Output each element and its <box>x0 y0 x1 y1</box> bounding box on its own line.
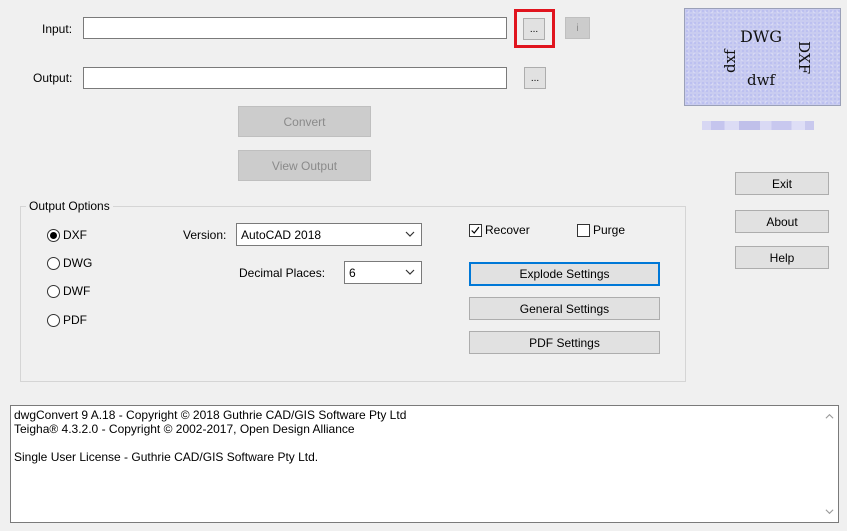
logo-word-dwg: DWG <box>740 27 783 46</box>
logo-word-dxf-lower: dxf <box>721 49 739 73</box>
output-browse-button[interactable]: ... <box>524 67 546 89</box>
purge-label: Purge <box>593 223 626 237</box>
log-output-box[interactable]: dwgConvert 9 A.18 - Copyright © 2018 Gut… <box>10 405 839 523</box>
exit-button[interactable]: Exit <box>735 172 829 195</box>
recover-checkbox[interactable]: Recover <box>469 223 530 237</box>
checkmark-icon <box>471 226 480 234</box>
purge-checkbox[interactable]: Purge <box>577 223 625 237</box>
decimal-places-select[interactable]: 6 <box>344 261 422 284</box>
version-select[interactable]: AutoCAD 2018 <box>236 223 422 246</box>
explode-settings-button[interactable]: Explode Settings <box>469 262 660 286</box>
radio-dxf-indicator[interactable] <box>47 228 60 242</box>
radio-dxf-label: DXF <box>63 228 87 242</box>
log-scrollbar[interactable] <box>821 406 838 522</box>
recover-checkbox-box[interactable] <box>469 223 482 237</box>
info-button[interactable]: i <box>565 17 590 39</box>
about-button[interactable]: About <box>735 210 829 233</box>
general-settings-button[interactable]: General Settings <box>469 297 660 320</box>
convert-button[interactable]: Convert <box>238 106 371 137</box>
decimal-places-value: 6 <box>349 265 356 280</box>
version-select-value: AutoCAD 2018 <box>241 227 322 242</box>
log-line: dwgConvert 9 A.18 - Copyright © 2018 Gut… <box>14 408 407 422</box>
output-field[interactable] <box>83 67 507 89</box>
dwg-dxf-logo: DWG DXF dwf dxf <box>684 8 841 106</box>
radio-dxf[interactable]: DXF <box>47 228 87 242</box>
radio-dwg-indicator[interactable] <box>47 256 60 270</box>
purge-checkbox-box[interactable] <box>577 223 590 237</box>
view-output-button[interactable]: View Output <box>238 150 371 181</box>
version-label: Version: <box>183 228 227 242</box>
chevron-down-icon <box>405 269 415 275</box>
pdf-settings-button[interactable]: PDF Settings <box>469 331 660 354</box>
radio-dwf[interactable]: DWF <box>47 284 90 298</box>
license-text-blurred <box>702 121 814 130</box>
output-options-title: Output Options <box>26 199 113 213</box>
scroll-up-icon[interactable] <box>825 412 834 421</box>
log-line: Single User License - Guthrie CAD/GIS So… <box>14 450 319 464</box>
logo-word-dxf: DXF <box>795 41 813 75</box>
radio-dwg-label: DWG <box>63 256 93 270</box>
radio-pdf-indicator[interactable] <box>47 313 60 327</box>
scroll-down-icon[interactable] <box>825 507 834 516</box>
input-label: Input: <box>42 22 73 36</box>
radio-dwf-label: DWF <box>63 284 91 298</box>
radio-pdf-label: PDF <box>63 313 87 327</box>
log-line: Teigha® 4.3.2.0 - Copyright © 2002-2017,… <box>14 422 355 436</box>
radio-dwg[interactable]: DWG <box>47 256 92 270</box>
chevron-down-icon <box>405 231 415 237</box>
recover-label: Recover <box>485 223 530 237</box>
radio-dwf-indicator[interactable] <box>47 284 60 298</box>
help-button[interactable]: Help <box>735 246 829 269</box>
input-field[interactable] <box>83 17 507 39</box>
highlight-box <box>514 9 555 48</box>
logo-word-dwf: dwf <box>747 71 775 89</box>
radio-pdf[interactable]: PDF <box>47 313 87 327</box>
output-label: Output: <box>33 71 73 85</box>
decimal-places-label: Decimal Places: <box>239 266 326 280</box>
